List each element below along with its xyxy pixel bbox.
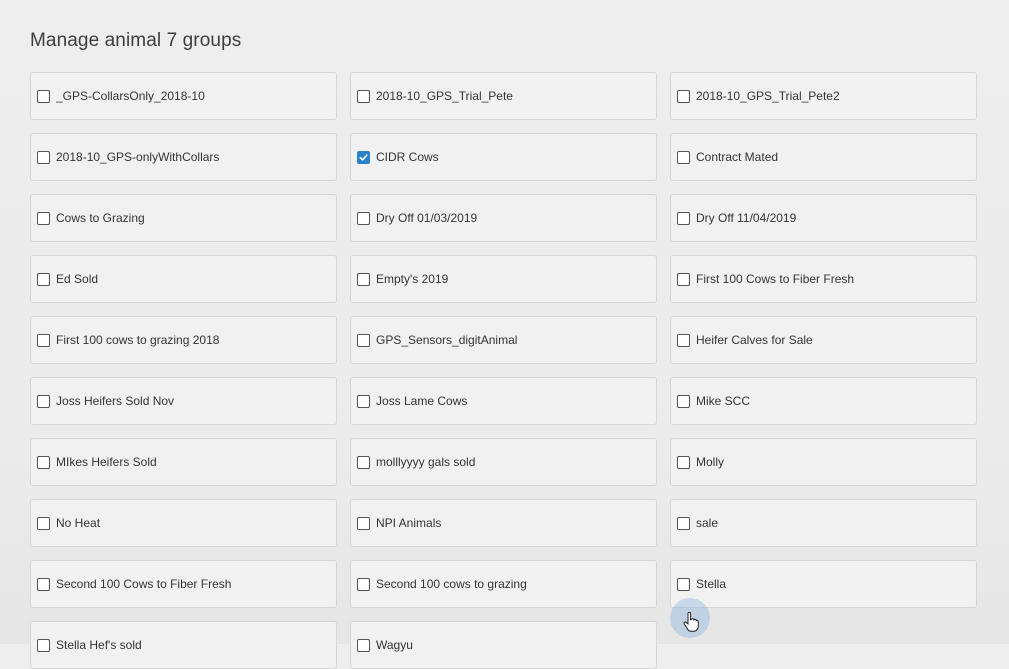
group-label: Stella [696, 577, 727, 591]
group-card[interactable]: NPI Animals [350, 499, 657, 547]
group-card[interactable]: No Heat [30, 499, 337, 547]
group-label: sale [696, 516, 719, 530]
group-card[interactable]: Stella Hef's sold [30, 621, 337, 669]
group-checkbox[interactable] [677, 211, 690, 225]
group-card[interactable]: molllyyyy gals sold [350, 438, 657, 486]
group-label: First 100 Cows to Fiber Fresh [696, 272, 855, 286]
group-label: 2018-10_GPS_Trial_Pete [376, 89, 513, 103]
group-label: molllyyyy gals sold [376, 455, 476, 469]
group-card[interactable]: Dry Off 11/04/2019 [670, 194, 977, 242]
group-card[interactable]: Stella [670, 560, 977, 608]
group-checkbox[interactable] [37, 638, 50, 652]
group-label: First 100 cows to grazing 2018 [56, 333, 220, 347]
group-checkbox[interactable] [357, 455, 370, 469]
group-card[interactable]: CIDR Cows [350, 133, 657, 181]
group-card[interactable]: MIkes Heifers Sold [30, 438, 337, 486]
group-card[interactable]: GPS_Sensors_digitAnimal [350, 316, 657, 364]
checkmark-icon [359, 153, 368, 161]
group-checkbox[interactable] [37, 516, 50, 530]
page-title: Manage animal 7 groups [30, 30, 242, 51]
group-card[interactable]: Dry Off 01/03/2019 [350, 194, 657, 242]
group-card[interactable]: Empty's 2019 [350, 255, 657, 303]
group-card[interactable]: Molly [670, 438, 977, 486]
group-checkbox[interactable] [677, 516, 690, 530]
group-label: CIDR Cows [376, 150, 439, 164]
group-label: MIkes Heifers Sold [56, 455, 157, 469]
group-checkbox[interactable] [677, 89, 690, 103]
group-label: Second 100 cows to grazing [376, 577, 527, 591]
groups-grid: _GPS-CollarsOnly_2018-10 2018-10_GPS_Tria… [30, 72, 977, 669]
group-card[interactable]: First 100 Cows to Fiber Fresh [670, 255, 977, 303]
group-label: Dry Off 11/04/2019 [696, 211, 797, 225]
group-card[interactable]: 2018-10_GPS_Trial_Pete2 [670, 72, 977, 120]
group-checkbox[interactable] [357, 272, 370, 286]
group-checkbox[interactable] [37, 577, 50, 591]
group-label: Joss Lame Cows [376, 394, 468, 408]
group-label: Mike SCC [696, 394, 751, 408]
group-checkbox[interactable] [37, 89, 50, 103]
group-checkbox[interactable] [677, 333, 690, 347]
group-label: NPI Animals [376, 516, 442, 530]
group-checkbox[interactable] [677, 150, 690, 164]
group-checkbox[interactable] [357, 89, 370, 103]
group-label: Heifer Calves for Sale [696, 333, 813, 347]
group-label: Wagyu [376, 638, 413, 652]
group-checkbox[interactable] [37, 211, 50, 225]
group-checkbox[interactable] [357, 211, 370, 225]
group-card[interactable]: Contract Mated [670, 133, 977, 181]
group-label: 2018-10_GPS_Trial_Pete2 [696, 89, 840, 103]
group-label: Second 100 Cows to Fiber Fresh [56, 577, 232, 591]
group-label: Dry Off 01/03/2019 [376, 211, 478, 225]
group-card[interactable]: Joss Heifers Sold Nov [30, 377, 337, 425]
group-label: No Heat [56, 516, 101, 530]
group-checkbox[interactable] [357, 577, 370, 591]
group-card[interactable]: Second 100 cows to grazing [350, 560, 657, 608]
group-label: Molly [696, 455, 725, 469]
group-card[interactable]: Ed Sold [30, 255, 337, 303]
group-checkbox[interactable] [37, 394, 50, 408]
group-card[interactable]: 2018-10_GPS_Trial_Pete [350, 72, 657, 120]
group-checkbox[interactable] [37, 272, 50, 286]
group-checkbox[interactable] [357, 333, 370, 347]
group-checkbox[interactable] [37, 150, 50, 164]
group-checkbox[interactable] [677, 577, 690, 591]
group-checkbox[interactable] [37, 333, 50, 347]
group-label: Cows to Grazing [56, 211, 145, 225]
group-label: _GPS-CollarsOnly_2018-10 [56, 89, 205, 103]
group-checkbox[interactable] [677, 455, 690, 469]
group-card[interactable]: Mike SCC [670, 377, 977, 425]
group-label: Ed Sold [56, 272, 99, 286]
group-checkbox[interactable] [357, 516, 370, 530]
group-checkbox[interactable] [677, 272, 690, 286]
group-label: Empty's 2019 [376, 272, 449, 286]
group-label: Joss Heifers Sold Nov [56, 394, 175, 408]
group-checkbox[interactable] [37, 455, 50, 469]
group-card[interactable]: First 100 cows to grazing 2018 [30, 316, 337, 364]
group-checkbox[interactable] [677, 394, 690, 408]
group-checkbox[interactable] [357, 394, 370, 408]
group-checkbox[interactable] [357, 638, 370, 652]
group-checkbox[interactable] [357, 150, 370, 164]
group-card[interactable]: 2018-10_GPS-onlyWithCollars [30, 133, 337, 181]
group-card[interactable]: sale [670, 499, 977, 547]
group-label: 2018-10_GPS-onlyWithCollars [56, 150, 220, 164]
group-label: GPS_Sensors_digitAnimal [376, 333, 518, 347]
group-label: Contract Mated [696, 150, 779, 164]
group-card[interactable]: Heifer Calves for Sale [670, 316, 977, 364]
group-label: Stella Hef's sold [56, 638, 142, 652]
group-card[interactable]: Cows to Grazing [30, 194, 337, 242]
group-card[interactable]: _GPS-CollarsOnly_2018-10 [30, 72, 337, 120]
group-card[interactable]: Second 100 Cows to Fiber Fresh [30, 560, 337, 608]
group-card[interactable]: Joss Lame Cows [350, 377, 657, 425]
group-card[interactable]: Wagyu [350, 621, 657, 669]
